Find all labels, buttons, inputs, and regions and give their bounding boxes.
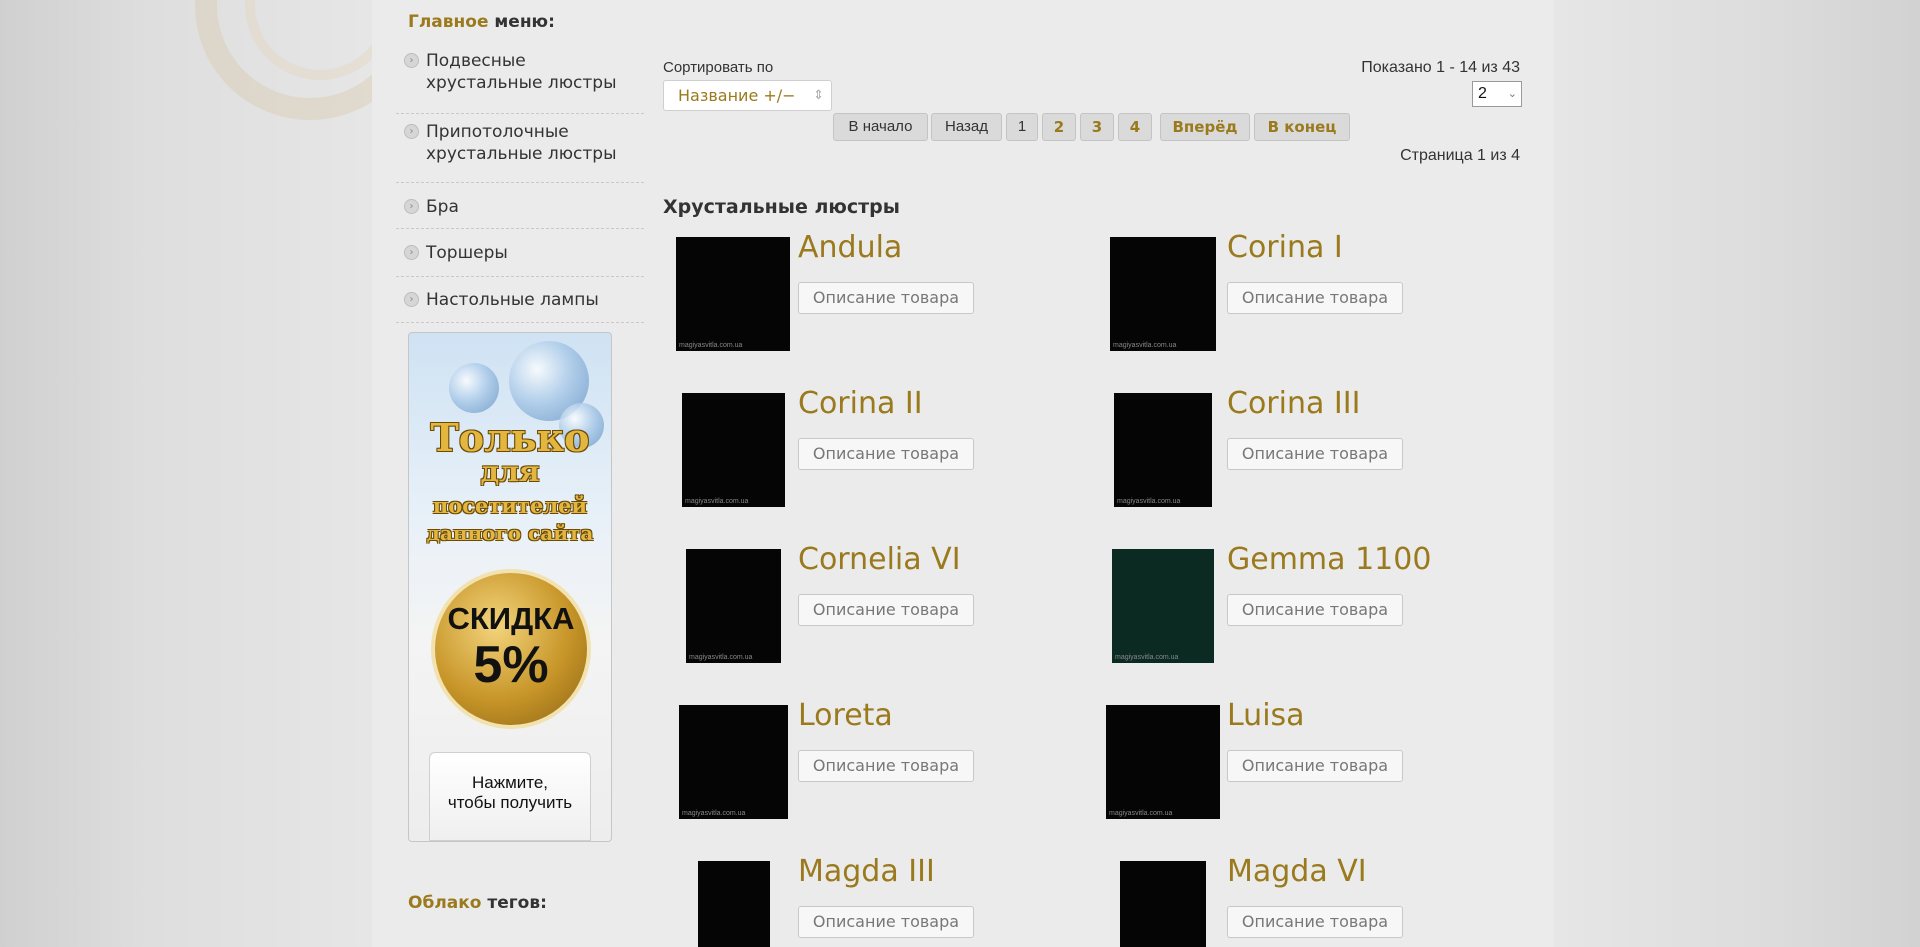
- pagination-last[interactable]: В конец: [1254, 113, 1350, 141]
- chevron-right-icon: ›: [404, 124, 419, 139]
- banner-line-1: Только: [430, 415, 590, 460]
- product-description-button[interactable]: Описание товара: [1227, 594, 1403, 626]
- tag-cloud-title-accent: Облако: [408, 893, 482, 913]
- sort-value: Название +/−: [678, 86, 796, 105]
- main-menu-title-rest: меню:: [488, 12, 555, 32]
- product-name-magda-iii[interactable]: Magda III: [798, 854, 935, 889]
- main-menu-title: Главное меню:: [408, 12, 555, 32]
- product-image-luisa[interactable]: magiyasvitla.com.ua: [1106, 705, 1220, 819]
- sort-select[interactable]: Название +/− ⇕: [663, 80, 832, 111]
- product-image-andula[interactable]: magiyasvitla.com.ua: [676, 237, 790, 351]
- product-image-magda-vi[interactable]: [1120, 861, 1206, 947]
- product-name-corina-iii[interactable]: Corina III: [1227, 386, 1360, 421]
- main-menu-title-accent: Главное: [408, 12, 489, 32]
- tag-cloud-title-rest: тегов:: [481, 893, 547, 913]
- menu-item-label: Подвесные хрустальные люстры: [426, 51, 617, 93]
- product-image-cornelia-vi[interactable]: magiyasvitla.com.ua: [686, 549, 781, 663]
- crystal-decoration: [449, 363, 499, 413]
- product-description-button[interactable]: Описание товара: [798, 594, 974, 626]
- category-title: Хрустальные люстры: [663, 196, 900, 218]
- pagination-page-1[interactable]: 1: [1006, 113, 1038, 141]
- menu-item-label: Настольные лампы: [426, 290, 599, 310]
- pagination-prev[interactable]: Назад: [931, 113, 1002, 141]
- product-description-button[interactable]: Описание товара: [1227, 906, 1403, 938]
- page-indicator: Страница 1 из 4: [1400, 147, 1520, 164]
- pagination-page-4[interactable]: 4: [1118, 113, 1152, 141]
- chevron-right-icon: ›: [404, 245, 419, 260]
- discount-disc: СКИДКА 5%: [431, 569, 591, 729]
- product-description-button[interactable]: Описание товара: [1227, 282, 1403, 314]
- banner-line-3: посетителей: [432, 493, 588, 518]
- pagination-page-3[interactable]: 3: [1080, 113, 1114, 141]
- watermark: magiyasvitla.com.ua: [1109, 810, 1173, 817]
- pagination-page-2[interactable]: 2: [1042, 113, 1076, 141]
- banner-button-line-1: Нажмите,: [471, 773, 549, 792]
- product-description-button[interactable]: Описание товара: [1227, 438, 1403, 470]
- pagination-next[interactable]: Вперёд: [1160, 113, 1250, 141]
- product-name-cornelia-vi[interactable]: Cornelia VI: [798, 542, 961, 577]
- menu-item-label: Бра: [426, 197, 459, 217]
- background-left: [0, 0, 372, 947]
- main-menu: › Подвесные хрустальные люстры › Припото…: [396, 46, 644, 323]
- product-image-corina-ii[interactable]: magiyasvitla.com.ua: [682, 393, 785, 507]
- menu-item-table-lamps[interactable]: › Настольные лампы: [396, 277, 644, 323]
- menu-item-sconces[interactable]: › Бра: [396, 183, 644, 229]
- watermark: magiyasvitla.com.ua: [685, 498, 749, 505]
- product-description-button[interactable]: Описание товара: [798, 438, 974, 470]
- watermark: magiyasvitla.com.ua: [1115, 654, 1179, 661]
- chevron-right-icon: ›: [404, 199, 419, 214]
- watermark: magiyasvitla.com.ua: [682, 810, 746, 817]
- product-description-button[interactable]: Описание товара: [798, 906, 974, 938]
- product-name-magda-vi[interactable]: Magda VI: [1227, 854, 1367, 889]
- product-image-corina-i[interactable]: magiyasvitla.com.ua: [1110, 237, 1216, 351]
- discount-value: 5%: [473, 636, 549, 694]
- banner-line-4: данного сайта: [426, 521, 594, 545]
- discount-banner[interactable]: Только для посетителей данного сайта СКИ…: [408, 332, 612, 842]
- product-description-button[interactable]: Описание товара: [1227, 750, 1403, 782]
- menu-item-ceiling-chandeliers[interactable]: › Припотолочные хрустальные люстры: [396, 114, 644, 183]
- menu-item-floor-lamps[interactable]: › Торшеры: [396, 229, 644, 277]
- page-content: Главное меню: › Подвесные хрустальные лю…: [372, 0, 1554, 947]
- chevron-right-icon: ›: [404, 292, 419, 307]
- product-name-loreta[interactable]: Loreta: [798, 698, 893, 733]
- watermark: magiyasvitla.com.ua: [1113, 342, 1177, 349]
- product-image-corina-iii[interactable]: magiyasvitla.com.ua: [1114, 393, 1212, 507]
- menu-item-pendant-chandeliers[interactable]: › Подвесные хрустальные люстры: [396, 46, 644, 114]
- product-name-andula[interactable]: Andula: [798, 230, 902, 265]
- background-right: [1554, 0, 1920, 947]
- banner-button-line-2: чтобы получить: [447, 793, 573, 812]
- watermark: magiyasvitla.com.ua: [689, 654, 753, 661]
- tag-cloud-title: Облако тегов:: [408, 893, 547, 913]
- menu-item-label: Припотолочные хрустальные люстры: [426, 122, 617, 164]
- results-count: Показано 1 - 14 из 43: [1361, 59, 1520, 76]
- product-description-button[interactable]: Описание товара: [798, 750, 974, 782]
- watermark: magiyasvitla.com.ua: [679, 342, 743, 349]
- product-name-luisa[interactable]: Luisa: [1227, 698, 1305, 733]
- product-name-corina-i[interactable]: Corina I: [1227, 230, 1343, 265]
- sort-label: Сортировать по: [663, 59, 774, 76]
- chevron-down-icon: ⌄: [1507, 88, 1517, 100]
- product-description-button[interactable]: Описание товара: [798, 282, 974, 314]
- product-image-magda-iii[interactable]: [698, 861, 770, 947]
- discount-label: СКИДКА: [447, 601, 575, 636]
- product-image-gemma-1100[interactable]: magiyasvitla.com.ua: [1112, 549, 1214, 663]
- menu-item-label: Торшеры: [426, 243, 508, 263]
- sort-arrows-icon: ⇕: [813, 88, 824, 103]
- banner-get-discount-button[interactable]: Нажмите, чтобы получить: [429, 752, 591, 841]
- per-page-value: 2: [1478, 85, 1487, 102]
- pagination-first[interactable]: В начало: [833, 113, 928, 141]
- product-image-loreta[interactable]: magiyasvitla.com.ua: [679, 705, 788, 819]
- product-name-gemma-1100[interactable]: Gemma 1100: [1227, 542, 1431, 577]
- product-name-corina-ii[interactable]: Corina II: [798, 386, 923, 421]
- chevron-right-icon: ›: [404, 53, 419, 68]
- banner-line-2: для: [480, 455, 540, 488]
- watermark: magiyasvitla.com.ua: [1117, 498, 1181, 505]
- per-page-select[interactable]: 2 ⌄: [1472, 81, 1522, 107]
